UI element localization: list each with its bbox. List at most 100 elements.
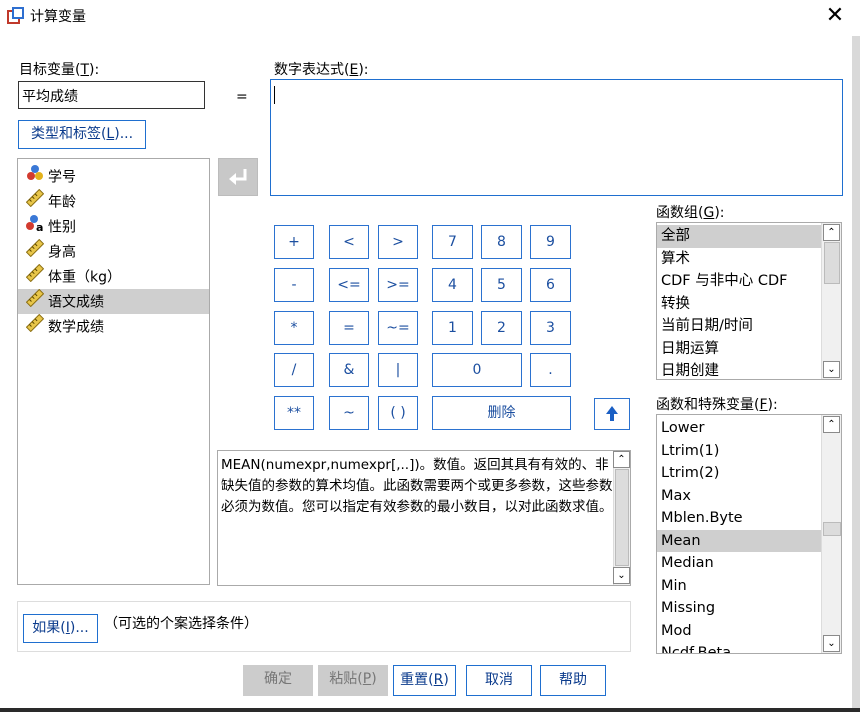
variable-list[interactable]: 学号年龄 a 性别 身高 体重（kg） 语文成绩数学成绩 bbox=[17, 158, 210, 585]
function-item[interactable]: Max bbox=[657, 485, 821, 508]
if-hint-text: （可选的个案选择条件） bbox=[104, 616, 258, 632]
key-and-button[interactable]: & bbox=[329, 353, 369, 387]
function-group-label: 函数组(G): bbox=[656, 205, 725, 221]
key-digit-2-button[interactable]: 2 bbox=[481, 311, 522, 345]
key-digit-1-button[interactable]: 1 bbox=[432, 311, 473, 345]
functions-scrollbar[interactable]: ⌃ ⌄ bbox=[821, 415, 841, 653]
functions-label: 函数和特殊变量(F): bbox=[656, 397, 778, 413]
key-not-button[interactable]: ~ bbox=[329, 396, 369, 430]
key-or-button[interactable]: | bbox=[378, 353, 418, 387]
variable-item[interactable]: 语文成绩 bbox=[18, 288, 209, 316]
variable-name: 年龄 bbox=[48, 194, 76, 211]
key-greater-equal-button[interactable]: >= bbox=[378, 268, 418, 302]
expression-textarea[interactable] bbox=[270, 79, 843, 196]
variable-item[interactable]: 体重（kg） bbox=[18, 263, 209, 291]
function-item[interactable]: Missing bbox=[657, 597, 821, 620]
key-less-than-button[interactable]: < bbox=[329, 225, 369, 259]
key-greater-than-button[interactable]: > bbox=[378, 225, 418, 259]
scroll-up-icon[interactable]: ⌃ bbox=[823, 224, 840, 241]
scroll-thumb[interactable] bbox=[615, 469, 629, 566]
variable-name: 语文成绩 bbox=[48, 294, 104, 311]
function-group-item[interactable]: 日期运算 bbox=[657, 338, 821, 361]
function-group-item[interactable]: CDF 与非中心 CDF bbox=[657, 270, 821, 293]
variable-item[interactable]: 年龄 bbox=[18, 188, 209, 216]
scale-ruler-icon bbox=[25, 263, 48, 291]
description-scrollbar[interactable]: ⌃ ⌄ bbox=[613, 451, 630, 585]
key-plus-button[interactable]: + bbox=[274, 225, 314, 259]
function-group-item[interactable]: 日期创建 bbox=[657, 360, 821, 379]
scroll-up-icon[interactable]: ⌃ bbox=[613, 451, 630, 468]
key-digit-9-button[interactable]: 9 bbox=[530, 225, 571, 259]
key-decimal-button[interactable]: . bbox=[530, 353, 571, 387]
window-title: 计算变量 bbox=[30, 9, 86, 25]
key-digit-6-button[interactable]: 6 bbox=[530, 268, 571, 302]
key-less-equal-button[interactable]: <= bbox=[329, 268, 369, 302]
key-delete-button[interactable]: 删除 bbox=[432, 396, 571, 430]
function-item[interactable]: Ncdf.Beta bbox=[657, 642, 821, 653]
function-item[interactable]: Min bbox=[657, 575, 821, 598]
function-group-scrollbar[interactable]: ⌃ ⌄ bbox=[821, 223, 841, 379]
key-parentheses-button[interactable]: ( ) bbox=[378, 396, 418, 430]
functions-list[interactable]: Lower Ltrim(1) Ltrim(2) Max Mblen.Byte Mean Me… bbox=[656, 414, 842, 654]
key-minus-button[interactable]: - bbox=[274, 268, 314, 302]
up-arrow-icon bbox=[606, 406, 618, 421]
close-button[interactable]: ✕ bbox=[818, 2, 852, 30]
key-digit-5-button[interactable]: 5 bbox=[481, 268, 522, 302]
reset-button[interactable]: 重置(R) bbox=[393, 665, 456, 696]
function-group-item[interactable]: 算术 bbox=[657, 248, 821, 271]
key-digit-0-button[interactable]: 0 bbox=[432, 353, 522, 387]
variable-item[interactable]: 数学成绩 bbox=[18, 313, 209, 341]
if-button[interactable]: 如果(I)... bbox=[23, 614, 98, 643]
variable-item[interactable]: 学号 bbox=[18, 164, 209, 189]
window-bottom-edge bbox=[0, 708, 860, 712]
function-item[interactable]: Lower bbox=[657, 417, 821, 440]
help-button[interactable]: 帮助 bbox=[540, 665, 606, 696]
function-group-item[interactable]: 转换 bbox=[657, 293, 821, 316]
key-digit-4-button[interactable]: 4 bbox=[432, 268, 473, 302]
function-item[interactable]: Mean bbox=[657, 529, 821, 552]
key-digit-8-button[interactable]: 8 bbox=[481, 225, 522, 259]
key-multiply-button[interactable]: * bbox=[274, 311, 314, 345]
cancel-button[interactable]: 取消 bbox=[466, 665, 532, 696]
variable-item[interactable]: a 性别 bbox=[18, 214, 209, 239]
scale-ruler-icon bbox=[25, 288, 48, 316]
nominal-string-icon: a bbox=[26, 214, 48, 241]
function-description: MEAN(numexpr,numexpr[,..])。数值。返回其具有有效的、非… bbox=[217, 450, 631, 586]
target-var-label: 目标变量(T): bbox=[19, 62, 100, 78]
key-equals-button[interactable]: = bbox=[329, 311, 369, 345]
key-divide-button[interactable]: / bbox=[274, 353, 314, 387]
scroll-thumb[interactable] bbox=[823, 522, 841, 536]
scroll-down-icon[interactable]: ⌄ bbox=[823, 635, 840, 652]
scroll-up-icon[interactable]: ⌃ bbox=[823, 416, 840, 433]
type-and-label-button[interactable]: 类型和标签(L)... bbox=[18, 120, 146, 149]
variable-name: 学号 bbox=[48, 169, 76, 186]
title-bar bbox=[0, 0, 860, 32]
scale-ruler-icon bbox=[25, 313, 48, 341]
function-item[interactable]: Mblen.Byte bbox=[657, 507, 821, 530]
function-item[interactable]: Ltrim(2) bbox=[657, 462, 821, 485]
function-item[interactable]: Mod bbox=[657, 620, 821, 643]
key-power-button[interactable]: ** bbox=[274, 396, 314, 430]
nominal-icon bbox=[26, 164, 48, 191]
function-item[interactable]: Median bbox=[657, 552, 821, 575]
scroll-down-icon[interactable]: ⌄ bbox=[613, 567, 630, 584]
key-digit-7-button[interactable]: 7 bbox=[432, 225, 473, 259]
paste-button[interactable]: 粘贴(P) bbox=[318, 665, 388, 696]
function-group-item[interactable]: 当前日期/时间 bbox=[657, 315, 821, 338]
function-group-list[interactable]: 全部 算术 CDF 与非中心 CDF 转换 当前日期/时间 日期运算 日期创建 ⌃ ⌄ bbox=[656, 222, 842, 380]
scroll-down-icon[interactable]: ⌄ bbox=[823, 361, 840, 378]
description-text: MEAN(numexpr,numexpr[,..])。数值。返回其具有有效的、非… bbox=[221, 457, 613, 515]
ok-button[interactable]: 确定 bbox=[243, 665, 313, 696]
variable-item[interactable]: 身高 bbox=[18, 238, 209, 266]
scale-ruler-icon bbox=[25, 238, 48, 266]
scroll-thumb[interactable] bbox=[824, 242, 840, 284]
key-digit-3-button[interactable]: 3 bbox=[530, 311, 571, 345]
scale-ruler-icon bbox=[25, 188, 48, 216]
move-arrow-icon bbox=[229, 169, 247, 185]
function-item[interactable]: Ltrim(1) bbox=[657, 440, 821, 463]
target-var-input[interactable]: 平均成绩 bbox=[18, 81, 205, 109]
key-not-equal-button[interactable]: ~= bbox=[378, 311, 418, 345]
move-to-expression-button[interactable] bbox=[218, 158, 258, 196]
function-group-item[interactable]: 全部 bbox=[657, 225, 821, 248]
move-function-up-button[interactable] bbox=[594, 398, 630, 430]
